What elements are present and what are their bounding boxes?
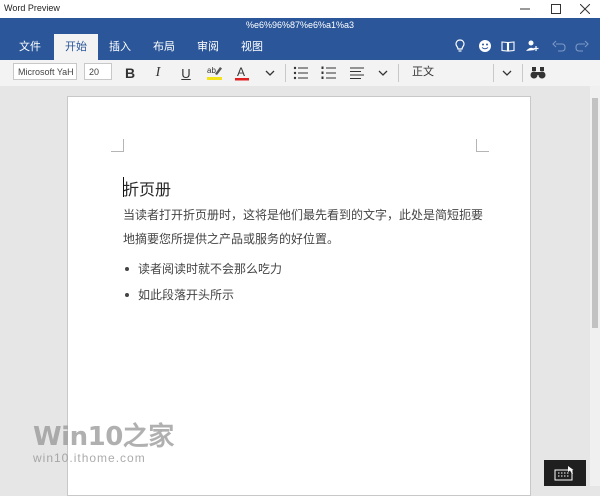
- tab-review[interactable]: 审阅: [190, 34, 226, 60]
- tab-file[interactable]: 文件: [10, 34, 50, 60]
- chevron-down-icon: [502, 70, 512, 76]
- lightbulb-icon[interactable]: [450, 36, 470, 56]
- document-title: %e6%96%87%e6%a1%a3: [245, 20, 355, 30]
- tab-layout[interactable]: 布局: [146, 34, 182, 60]
- bullet-dot: [125, 267, 129, 271]
- maximize-icon: [551, 4, 561, 14]
- binoculars-icon: [530, 67, 546, 79]
- touch-keyboard-button[interactable]: [544, 460, 586, 486]
- watermark: Win10之家 win10.ithome.com: [33, 416, 174, 465]
- numbered-list-icon: [321, 66, 336, 79]
- text-cursor: [123, 177, 124, 197]
- crop-mark: [476, 139, 489, 152]
- font-name-field[interactable]: Microsoft YaH: [13, 63, 77, 80]
- formatting-toolbar: Microsoft YaH 20 B I U ab A 正文: [0, 60, 600, 87]
- app-title: Word Preview: [4, 3, 60, 13]
- touch-keyboard-icon: [554, 466, 574, 481]
- svg-text:A: A: [237, 65, 245, 79]
- scrollbar-thumb[interactable]: [592, 98, 598, 328]
- italic-button[interactable]: I: [147, 63, 169, 83]
- bullet-list: 读者阅读时就不会那么吃力 如此段落开头所示: [123, 256, 282, 308]
- highlighter-icon: ab: [207, 66, 222, 80]
- toolbar-divider: [522, 64, 523, 82]
- tab-view[interactable]: 视图: [234, 34, 270, 60]
- toolbar-divider: [398, 64, 399, 82]
- book-icon[interactable]: [498, 36, 518, 56]
- paragraph-dropdown[interactable]: [374, 63, 392, 83]
- font-size-field[interactable]: 20: [84, 63, 112, 80]
- document-paragraph[interactable]: 当读者打开折页册时，这将是他们最先看到的文字，此处是简短扼要地摘要您所提供之产品…: [123, 203, 483, 251]
- style-dropdown[interactable]: [498, 63, 516, 83]
- font-color-dropdown[interactable]: [261, 63, 279, 83]
- title-bar: Word Preview: [0, 0, 600, 18]
- minimize-icon: [520, 8, 530, 10]
- bullet-dot: [125, 293, 129, 297]
- bold-button[interactable]: B: [119, 63, 141, 83]
- document-heading[interactable]: 折页册: [123, 176, 171, 200]
- tab-insert[interactable]: 插入: [102, 34, 138, 60]
- toolbar-divider: [493, 64, 494, 82]
- highlight-button[interactable]: ab: [204, 63, 226, 83]
- undo-icon[interactable]: [549, 36, 569, 56]
- list-item-text: 读者阅读时就不会那么吃力: [138, 262, 283, 276]
- ribbon: %e6%96%87%e6%a1%a3 文件 开始 插入 布局 审阅 视图: [0, 18, 600, 60]
- align-left-icon: [350, 67, 364, 79]
- style-selector-value: 正文: [412, 65, 434, 78]
- align-button[interactable]: [346, 63, 368, 83]
- list-item[interactable]: 读者阅读时就不会那么吃力: [123, 256, 282, 282]
- find-button[interactable]: [527, 63, 549, 83]
- list-item[interactable]: 如此段落开头所示: [123, 282, 282, 308]
- chevron-down-icon: [265, 70, 275, 76]
- smiley-icon[interactable]: [475, 36, 495, 56]
- crop-mark: [111, 139, 124, 152]
- chevron-down-icon: [378, 70, 388, 76]
- underline-button[interactable]: U: [175, 63, 197, 83]
- watermark-url: win10.ithome.com: [33, 451, 146, 465]
- close-button[interactable]: [570, 0, 600, 18]
- maximize-button[interactable]: [541, 0, 571, 18]
- watermark-title: Win10之家: [33, 422, 174, 452]
- numbered-list-button[interactable]: [318, 63, 340, 83]
- list-item-text: 如此段落开头所示: [138, 288, 235, 302]
- tab-home[interactable]: 开始: [54, 34, 98, 60]
- toolbar-divider: [285, 64, 286, 82]
- minimize-button[interactable]: [510, 0, 540, 18]
- font-color-button[interactable]: A: [231, 63, 253, 83]
- bullet-list-icon: [293, 66, 308, 80]
- svg-text:ab: ab: [207, 66, 216, 75]
- add-person-icon[interactable]: [522, 36, 542, 56]
- redo-icon[interactable]: [572, 36, 592, 56]
- bullet-list-button[interactable]: [290, 63, 312, 83]
- font-color-icon: A: [235, 65, 249, 81]
- vertical-scrollbar[interactable]: [590, 86, 600, 486]
- close-icon: [580, 4, 590, 14]
